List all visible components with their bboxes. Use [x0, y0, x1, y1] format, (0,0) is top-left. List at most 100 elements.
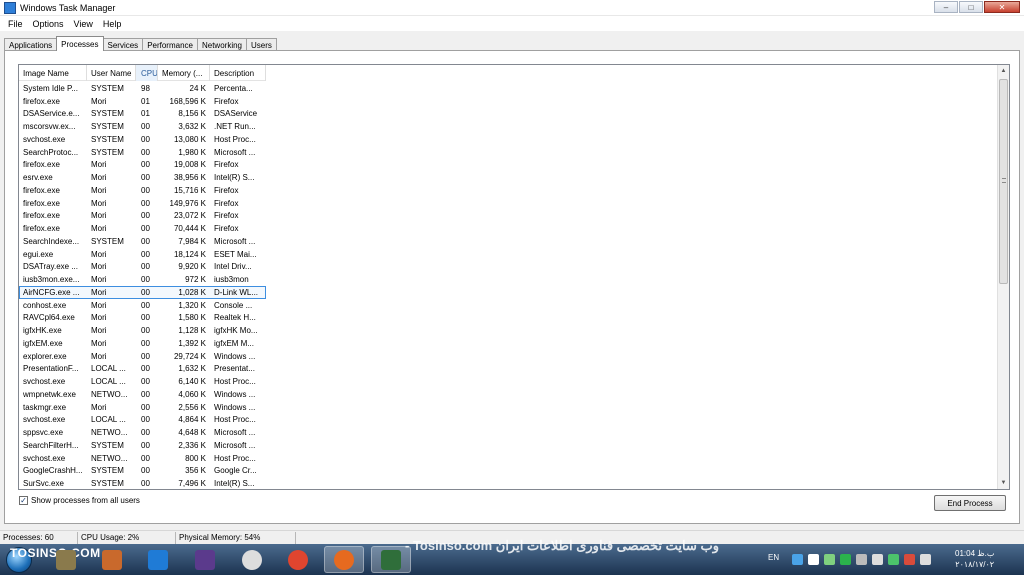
volume-icon[interactable]: [856, 554, 867, 565]
cell-cpu: 00: [141, 249, 150, 259]
table-row[interactable]: firefox.exe Mori 00 15,716 K Firefox: [19, 184, 266, 197]
flag-icon[interactable]: [808, 554, 819, 565]
cell-description: Host Proc...: [214, 415, 256, 425]
table-row[interactable]: svchost.exe NETWO... 00 800 K Host Proc...: [19, 452, 266, 465]
table-row[interactable]: firefox.exe Mori 00 23,072 K Firefox: [19, 210, 266, 223]
menu-help[interactable]: Help: [98, 19, 127, 29]
taskbar-app-button[interactable]: [324, 546, 364, 573]
cell-memory: 2,336 K: [178, 440, 206, 450]
menu-file[interactable]: File: [3, 19, 28, 29]
taskbar-app-button[interactable]: [232, 546, 272, 573]
keyboard-icon[interactable]: [920, 554, 931, 565]
table-row[interactable]: SearchFilterH... SYSTEM 00 2,336 K Microsoft…: [19, 439, 266, 452]
table-row[interactable]: RAVCpl64.exe Mori 00 1,580 K Realtek H...: [19, 312, 266, 325]
cell-description: Google Cr...: [214, 466, 257, 476]
tab-processes[interactable]: Processes: [56, 36, 104, 51]
close-button[interactable]: ✕: [984, 1, 1020, 13]
cell-description: Microsoft ...: [214, 428, 256, 438]
column-description[interactable]: Description: [210, 65, 266, 81]
cell-image-name: taskmgr.exe: [23, 402, 67, 412]
taskbar-app-button[interactable]: [138, 546, 178, 573]
scroll-thumb[interactable]: [999, 79, 1008, 284]
table-row[interactable]: iusb3mon.exe... Mori 00 972 K iusb3mon: [19, 273, 266, 286]
power-icon[interactable]: [872, 554, 883, 565]
table-row[interactable]: DSAService.e... SYSTEM 01 8,156 K DSAService: [19, 108, 266, 121]
taskbar-app-button[interactable]: [278, 546, 318, 573]
vertical-scrollbar[interactable]: ▲ ▼: [997, 65, 1009, 489]
system-tray: [792, 554, 931, 565]
cell-user-name: SYSTEM: [91, 134, 124, 144]
end-process-button[interactable]: End Process: [934, 495, 1006, 511]
column-memory[interactable]: Memory (...: [158, 65, 210, 81]
security-icon[interactable]: [840, 554, 851, 565]
scroll-down-arrow-icon[interactable]: ▼: [998, 477, 1009, 489]
language-indicator[interactable]: EN: [768, 553, 779, 562]
column-cpu[interactable]: CPU ˆ: [136, 65, 158, 81]
cell-description: D-Link WL...: [214, 287, 259, 297]
table-row[interactable]: svchost.exe LOCAL ... 00 6,140 K Host Proc..…: [19, 375, 266, 388]
cell-image-name: System Idle P...: [23, 83, 78, 93]
table-row[interactable]: egui.exe Mori 00 18,124 K ESET Mai...: [19, 248, 266, 261]
taskbar-app-button[interactable]: [371, 546, 411, 573]
table-row[interactable]: SurSvc.exe SYSTEM 00 7,496 K Intel(R) S...: [19, 477, 266, 489]
help-icon[interactable]: [792, 554, 803, 565]
table-row[interactable]: taskmgr.exe Mori 00 2,556 K Windows ...: [19, 401, 266, 414]
cell-user-name: LOCAL ...: [91, 364, 126, 374]
table-row[interactable]: esrv.exe Mori 00 38,956 K Intel(R) S...: [19, 171, 266, 184]
table-row[interactable]: DSATray.exe ... Mori 00 9,920 K Intel Driv..…: [19, 261, 266, 274]
cell-cpu: 00: [141, 415, 150, 425]
cell-user-name: Mori: [91, 96, 107, 106]
table-row[interactable]: svchost.exe SYSTEM 00 13,080 K Host Proc...: [19, 133, 266, 146]
column-user-name[interactable]: User Name: [87, 65, 136, 81]
maximize-button[interactable]: □: [959, 1, 983, 13]
cell-description: Windows ...: [214, 402, 256, 412]
cell-memory: 7,496 K: [178, 479, 206, 489]
remove-device-icon[interactable]: [904, 554, 915, 565]
show-all-checkbox[interactable]: ✓: [19, 496, 28, 505]
cell-image-name: firefox.exe: [23, 224, 60, 234]
table-row[interactable]: wmpnetwk.exe NETWO... 00 4,060 K Windows ...: [19, 388, 266, 401]
signal-icon[interactable]: [888, 554, 899, 565]
network-icon[interactable]: [824, 554, 835, 565]
menu-view[interactable]: View: [69, 19, 98, 29]
cell-user-name: Mori: [91, 313, 107, 323]
table-row[interactable]: firefox.exe Mori 00 70,444 K Firefox: [19, 222, 266, 235]
table-row[interactable]: firefox.exe Mori 00 149,976 K Firefox: [19, 197, 266, 210]
taskbar-app-button[interactable]: [92, 546, 132, 573]
grip-icon: [1002, 178, 1006, 183]
table-row[interactable]: firefox.exe Mori 01 168,596 K Firefox: [19, 95, 266, 108]
table-row[interactable]: GoogleCrashH... SYSTEM 00 356 K Google Cr...: [19, 465, 266, 478]
table-row[interactable]: conhost.exe Mori 00 1,320 K Console ...: [19, 299, 266, 312]
table-row[interactable]: firefox.exe Mori 00 19,008 K Firefox: [19, 159, 266, 172]
cell-user-name: Mori: [91, 300, 107, 310]
show-all-label[interactable]: Show processes from all users: [31, 496, 140, 505]
table-row[interactable]: SearchIndexe... SYSTEM 00 7,984 K Microsoft …: [19, 235, 266, 248]
cell-cpu: 00: [141, 300, 150, 310]
table-row[interactable]: sppsvc.exe NETWO... 00 4,648 K Microsoft ...: [19, 426, 266, 439]
table-row[interactable]: svchost.exe LOCAL ... 00 4,864 K Host Proc..…: [19, 414, 266, 427]
cell-memory: 18,124 K: [173, 249, 206, 259]
cell-user-name: Mori: [91, 185, 107, 195]
title-bar: Windows Task Manager – □ ✕: [0, 0, 1024, 16]
table-row[interactable]: System Idle P... SYSTEM 98 24 K Percenta...: [19, 82, 266, 95]
minimize-button[interactable]: –: [934, 1, 958, 13]
menu-options[interactable]: Options: [28, 19, 69, 29]
table-row[interactable]: AirNCFG.exe ... Mori 00 1,028 K D-Link WL...: [19, 286, 266, 299]
cell-user-name: Mori: [91, 351, 107, 361]
table-row[interactable]: PresentationF... LOCAL ... 00 1,632 K Presen…: [19, 363, 266, 376]
cell-memory: 13,080 K: [173, 134, 206, 144]
table-row[interactable]: SearchProtoc... SYSTEM 00 1,980 K Microsoft …: [19, 146, 266, 159]
table-row[interactable]: igfxHK.exe Mori 00 1,128 K igfxHK Mo...: [19, 324, 266, 337]
column-image-name[interactable]: Image Name: [19, 65, 87, 81]
taskbar-app-button[interactable]: [46, 546, 86, 573]
clock[interactable]: 01:04 ب.ظ ۲۰۱۸/۱۷/۰۲: [955, 548, 994, 570]
show-all-processes[interactable]: ✓ Show processes from all users: [19, 496, 140, 505]
cell-user-name: SYSTEM: [91, 147, 124, 157]
cell-image-name: svchost.exe: [23, 134, 66, 144]
table-row[interactable]: mscorsvw.ex... SYSTEM 00 3,632 K .NET Run...: [19, 120, 266, 133]
scroll-up-arrow-icon[interactable]: ▲: [998, 65, 1009, 77]
cell-user-name: Mori: [91, 287, 107, 297]
table-row[interactable]: igfxEM.exe Mori 00 1,392 K igfxEM M...: [19, 337, 266, 350]
taskbar-app-button[interactable]: [185, 546, 225, 573]
table-row[interactable]: explorer.exe Mori 00 29,724 K Windows ...: [19, 350, 266, 363]
